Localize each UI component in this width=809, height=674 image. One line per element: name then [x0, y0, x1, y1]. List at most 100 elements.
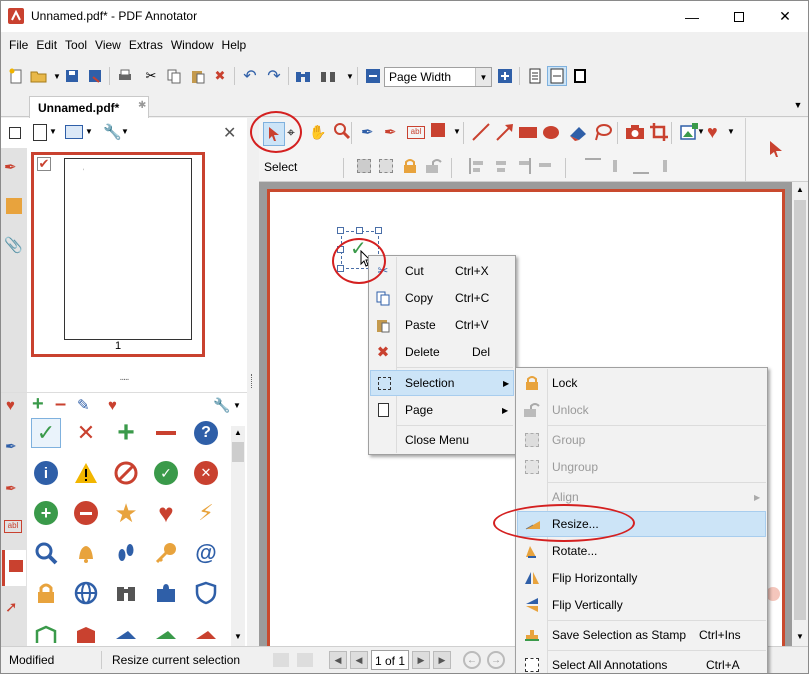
crop-tool-icon[interactable] — [649, 122, 669, 145]
new-page-dropdown-icon[interactable]: ▼ — [49, 127, 57, 136]
context-item-close-menu[interactable]: Close Menu — [370, 427, 514, 453]
submenu-item-ungroup[interactable]: Ungroup — [517, 454, 766, 480]
submenu-item-flip-horizontally[interactable]: Flip Horizontally — [517, 565, 766, 591]
stamp-tool-icon[interactable] — [431, 123, 445, 141]
eraser-tool-icon[interactable] — [567, 122, 589, 145]
first-page-button[interactable]: ◀ — [329, 651, 347, 669]
close-panel-icon[interactable]: ✕ — [223, 123, 236, 143]
shield-partial-icon[interactable] — [71, 618, 101, 648]
lasso-tool-icon[interactable] — [593, 122, 613, 145]
find-icon[interactable] — [318, 66, 338, 86]
shield-icon[interactable] — [191, 578, 221, 608]
zoom-tool-icon[interactable] — [333, 122, 351, 143]
forbidden-icon[interactable] — [111, 458, 141, 488]
star-icon[interactable]: ★ — [111, 498, 141, 528]
puzzle-icon[interactable] — [151, 578, 181, 608]
attachment-tab-icon[interactable]: 📎 — [4, 236, 24, 258]
fit-width-icon[interactable] — [547, 66, 567, 86]
context-item-delete[interactable]: ✖ Delete Del — [370, 339, 514, 365]
context-item-page[interactable]: Page ▶ — [370, 397, 514, 423]
paste-icon[interactable] — [188, 66, 208, 86]
close-button[interactable]: ✕ — [762, 1, 808, 32]
page-indicator[interactable]: 1 of 1 — [371, 650, 409, 670]
palette-scrollbar[interactable]: ▲ ▼ — [231, 426, 245, 646]
favorites-dropdown-icon[interactable]: ▼ — [727, 127, 735, 136]
remove-circle-icon[interactable] — [71, 498, 101, 528]
resize-handle[interactable] — [337, 227, 344, 234]
stamp-tab-icon[interactable] — [2, 550, 26, 586]
pen-tool-icon[interactable]: ✒ — [361, 123, 374, 141]
last-page-button[interactable]: ▶ — [433, 651, 451, 669]
select-checkbox-icon[interactable] — [9, 127, 21, 139]
panel-splitter[interactable]: ..... — [1, 373, 247, 384]
minimize-button[interactable]: — — [669, 1, 715, 32]
menu-extras[interactable]: Extras — [125, 34, 167, 56]
context-item-cut[interactable]: ✂ Cut Ctrl+X — [370, 258, 514, 284]
zoom-in-icon[interactable] — [495, 66, 515, 86]
submenu-item-rotate[interactable]: Rotate... — [517, 538, 766, 564]
highlighter-tool-icon[interactable]: ✒ — [384, 123, 397, 141]
text-tool-icon[interactable]: abl — [407, 126, 425, 139]
redo-icon[interactable]: ↷ — [264, 66, 284, 86]
menu-help[interactable]: Help — [218, 34, 251, 56]
maximize-button[interactable] — [716, 1, 762, 32]
hand-tool-icon[interactable]: ✋ — [309, 124, 326, 141]
book-view-icon[interactable] — [65, 125, 83, 139]
zoom-select[interactable]: Page Width ▼ — [384, 67, 492, 87]
tab-unnamed-pdf[interactable]: Unnamed.pdf* ✱ — [29, 96, 149, 118]
history-forward-icon[interactable]: → — [487, 651, 505, 669]
lock-icon[interactable] — [403, 158, 417, 177]
pen-tab-icon[interactable]: ✒ — [5, 438, 17, 455]
globe-icon[interactable] — [71, 578, 101, 608]
arrow-partial-icon[interactable] — [111, 618, 141, 648]
wrench-icon[interactable]: 🔧 — [103, 123, 122, 141]
save-as-icon[interactable] — [85, 66, 105, 86]
context-item-selection[interactable]: Selection ▶ — [370, 370, 514, 396]
resize-handle[interactable] — [356, 227, 363, 234]
plus-icon[interactable]: + — [111, 418, 141, 448]
ok-circle-icon[interactable]: ✓ — [151, 458, 181, 488]
text-tab-icon[interactable]: abl — [4, 520, 22, 533]
padlock-icon[interactable] — [31, 578, 61, 608]
chevron-down-icon[interactable]: ▼ — [475, 68, 491, 86]
undo-icon[interactable]: ↶ — [240, 66, 260, 86]
stamp-dropdown-icon[interactable]: ▼ — [453, 127, 461, 136]
document-scrollbar[interactable]: ▲ ▼ — [792, 182, 808, 646]
open-folder-icon[interactable] — [29, 66, 49, 86]
submenu-item-unlock[interactable]: Unlock — [517, 397, 766, 423]
print-icon[interactable] — [115, 66, 135, 86]
info-icon[interactable]: i — [31, 458, 61, 488]
checkmark-icon[interactable]: ✓ — [31, 418, 61, 448]
previous-page-button[interactable]: ◀ — [350, 651, 368, 669]
book-view-dropdown-icon[interactable]: ▼ — [85, 127, 93, 136]
key-icon[interactable] — [151, 538, 181, 568]
page-thumbnail[interactable]: ✔ ‘ 1 — [31, 152, 205, 357]
page-back-icon[interactable] — [273, 653, 289, 667]
arrow-tab-icon[interactable]: ➚ — [5, 598, 18, 616]
favorites-heart-icon[interactable]: ♥ — [707, 122, 718, 143]
single-page-icon[interactable] — [525, 66, 545, 86]
line-tool-icon[interactable] — [471, 122, 491, 145]
submenu-item-group[interactable]: Group — [517, 427, 766, 453]
next-page-button[interactable]: ▶ — [412, 651, 430, 669]
heart-icon[interactable]: ♥ — [151, 498, 181, 528]
shield-partial-icon[interactable] — [31, 618, 61, 648]
resize-handle[interactable] — [375, 227, 382, 234]
new-page-icon[interactable] — [33, 124, 47, 141]
menu-tool[interactable]: Tool — [61, 34, 91, 56]
heart-icon[interactable]: ♥ — [6, 397, 15, 414]
wrench-dropdown-icon[interactable]: ▼ — [121, 127, 129, 136]
footprints-icon[interactable] — [111, 538, 141, 568]
binoculars-icon[interactable] — [293, 66, 313, 86]
page-forward-icon[interactable] — [297, 653, 313, 667]
minus-icon[interactable] — [151, 418, 181, 448]
bell-icon[interactable] — [71, 538, 101, 568]
copy-icon[interactable] — [164, 66, 184, 86]
menu-edit[interactable]: Edit — [32, 34, 61, 56]
question-icon[interactable]: ? — [191, 418, 221, 448]
folder-tab-icon[interactable] — [6, 198, 22, 214]
tab-list-dropdown-icon[interactable]: ▼ — [791, 97, 805, 113]
highlighter-tab-icon[interactable]: ✒ — [5, 480, 17, 497]
tab-close-icon[interactable]: ✱ — [138, 100, 146, 111]
binoculars-icon[interactable] — [111, 578, 141, 608]
